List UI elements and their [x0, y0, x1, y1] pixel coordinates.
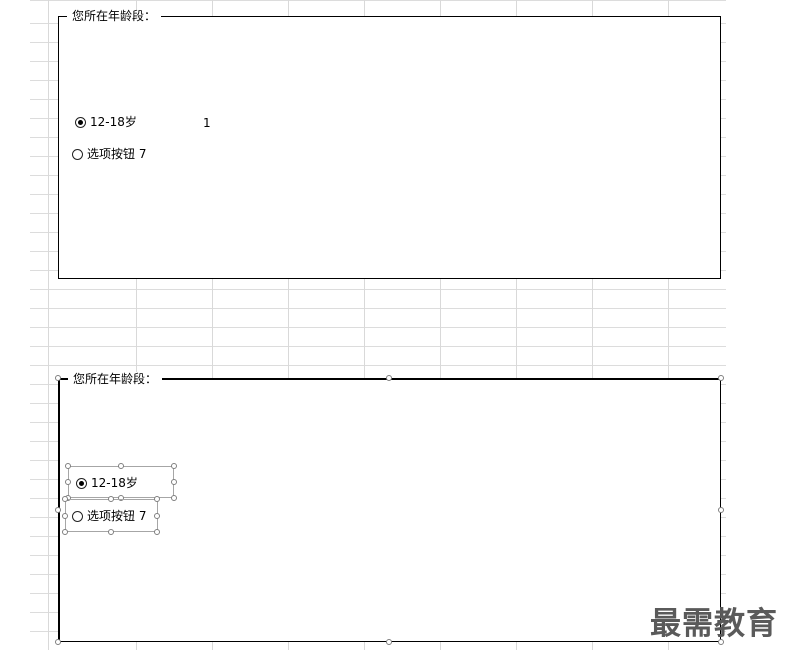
resize-handle[interactable] — [65, 479, 71, 485]
resize-handle[interactable] — [171, 479, 177, 485]
option-button-12-18[interactable]: 12-18岁 — [75, 115, 137, 129]
resize-handle[interactable] — [108, 496, 114, 502]
radio-unselected-icon — [72, 510, 83, 522]
resize-handle[interactable] — [154, 496, 160, 502]
resize-handle[interactable] — [55, 639, 61, 645]
option-label: 选项按钮 7 — [87, 147, 147, 161]
resize-handle[interactable] — [55, 507, 61, 513]
option-button-7[interactable]: 选项按钮 7 — [72, 509, 149, 523]
option-label: 选项按钮 7 — [87, 509, 147, 523]
option-label: 12-18岁 — [90, 115, 137, 129]
option-button-12-18[interactable]: 12-18岁 — [76, 476, 140, 490]
resize-handle[interactable] — [386, 639, 392, 645]
resize-handle[interactable] — [718, 507, 724, 513]
resize-handle[interactable] — [62, 496, 68, 502]
linked-cell-value[interactable]: 1 — [203, 116, 211, 130]
resize-handle[interactable] — [108, 529, 114, 535]
resize-handle[interactable] — [154, 513, 160, 519]
option-button-7[interactable]: 选项按钮 7 — [72, 147, 146, 161]
group-box-age-top[interactable]: 您所在年龄段： 12-18岁 选项按钮 7 1 — [58, 9, 721, 279]
resize-handle[interactable] — [65, 463, 71, 469]
option-label: 12-18岁 — [91, 476, 138, 490]
radio-unselected-icon — [72, 148, 83, 160]
resize-handle[interactable] — [718, 375, 724, 381]
group-box-title: 您所在年龄段： — [68, 372, 163, 386]
resize-handle[interactable] — [171, 495, 177, 501]
resize-handle[interactable] — [62, 529, 68, 535]
resize-handle[interactable] — [118, 463, 124, 469]
resize-handle[interactable] — [55, 375, 61, 381]
radio-selected-icon — [75, 116, 86, 128]
watermark-logo: 最需教育 — [650, 606, 778, 642]
resize-handle[interactable] — [62, 513, 68, 519]
resize-handle[interactable] — [386, 375, 392, 381]
radio-selected-icon — [76, 477, 87, 489]
resize-handle[interactable] — [171, 463, 177, 469]
group-box-title: 您所在年龄段： — [67, 9, 162, 23]
resize-handle[interactable] — [154, 529, 160, 535]
